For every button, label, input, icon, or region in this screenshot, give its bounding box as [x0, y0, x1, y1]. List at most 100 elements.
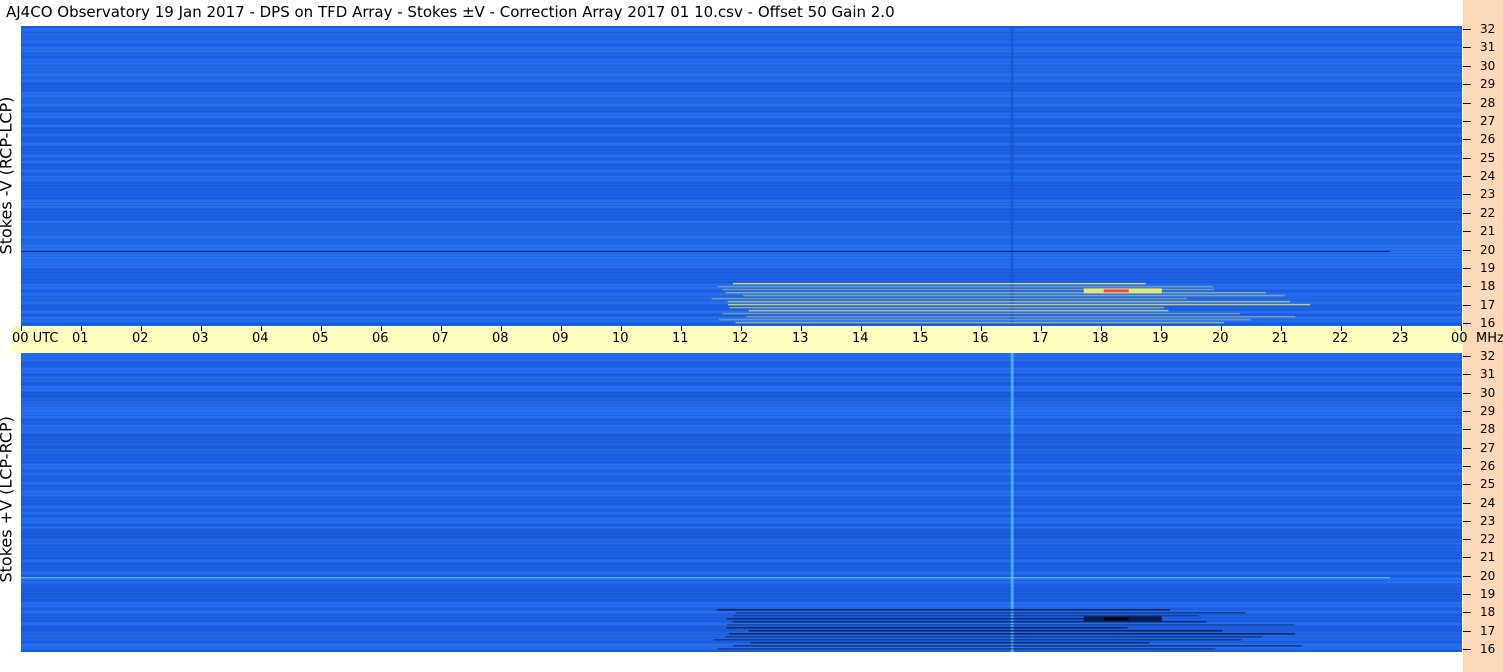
frequency-channel-band	[21, 482, 1462, 484]
mhz-tick-label: 16	[1480, 642, 1496, 656]
frequency-channel-band	[21, 191, 1462, 193]
storm-emission-line	[713, 639, 1242, 641]
spectrogram-bottom-canvas	[21, 353, 1462, 652]
mhz-tick	[1463, 47, 1471, 48]
frequency-channel-band	[21, 41, 1462, 43]
mhz-tick	[1463, 631, 1471, 632]
frequency-channel-band	[21, 197, 1462, 199]
frequency-channel-band	[21, 281, 1462, 283]
utc-tick-label: 17	[1032, 331, 1049, 346]
utc-tick-label: 20	[1212, 331, 1229, 346]
utc-tick-label: 12	[732, 331, 749, 346]
mhz-tick	[1463, 466, 1471, 467]
panel-label-top: Stokes -V (RCP-LCP)	[0, 96, 16, 255]
utc-tick-label: 00 UTC	[12, 331, 59, 346]
mhz-tick-label: 17	[1480, 298, 1496, 312]
frequency-channel-band	[21, 545, 1462, 547]
frequency-channel-band	[21, 209, 1462, 211]
frequency-channel-band	[21, 119, 1462, 121]
mhz-tick	[1463, 521, 1471, 522]
frequency-channel-band	[21, 182, 1462, 184]
frequency-channel-band	[21, 137, 1462, 139]
frequency-band	[21, 224, 1462, 238]
frequency-channel-band	[21, 131, 1462, 133]
frequency-channel-band	[21, 152, 1462, 154]
mhz-tick-label: 24	[1480, 169, 1496, 183]
frequency-channel-band	[21, 212, 1462, 214]
frequency-channel-band	[21, 431, 1462, 433]
frequency-channel-band	[21, 422, 1462, 424]
frequency-channel-band	[21, 170, 1462, 172]
mhz-tick-label: 29	[1480, 404, 1496, 418]
mhz-tick-label: 28	[1480, 96, 1496, 110]
frequency-channel-band	[21, 605, 1462, 607]
mhz-tick	[1463, 66, 1471, 67]
storm-emission-line	[748, 630, 1222, 632]
utc-time-axis: 00 UTC 01 02 03 04 05 06 07 08 09 10 11 12 13 14 15 16 17…	[12, 326, 1468, 353]
frequency-channel-band	[21, 272, 1462, 274]
mhz-tick-label: 25	[1480, 151, 1496, 165]
frequency-channel-band	[21, 548, 1462, 550]
frequency-band	[21, 528, 1462, 543]
frequency-channel-band	[21, 122, 1462, 124]
mhz-tick	[1463, 305, 1471, 306]
frequency-channel-band	[21, 521, 1462, 523]
frequency-channel-band	[21, 146, 1462, 148]
panel-label-bottom: Stokes +V (LCP-RCP)	[0, 416, 16, 583]
frequency-channel-band	[21, 263, 1462, 265]
mhz-tick	[1463, 29, 1471, 30]
mhz-tick-label: 27	[1480, 114, 1496, 128]
utc-tick-label: 03	[192, 331, 209, 346]
utc-tick-label: 00	[1451, 331, 1468, 346]
frequency-channel-band	[21, 365, 1462, 367]
frequency-channel-band	[21, 362, 1462, 364]
frequency-channel-band	[21, 500, 1462, 502]
storm-emission-line	[750, 642, 1150, 644]
mhz-tick	[1463, 594, 1471, 595]
mhz-tick	[1463, 158, 1471, 159]
mhz-tick	[1463, 649, 1471, 650]
frequency-channel-band	[21, 203, 1462, 205]
mhz-tick-label: 26	[1480, 132, 1496, 146]
frequency-channel-band	[21, 278, 1462, 280]
frequency-channel-band	[21, 467, 1462, 469]
interference-line-20mhz	[21, 251, 1390, 252]
storm-emission-line	[729, 306, 1165, 309]
frequency-channel-band	[21, 485, 1462, 487]
utc-tick-label: 07	[432, 331, 449, 346]
frequency-band	[21, 63, 1462, 76]
frequency-channel-band	[21, 464, 1462, 466]
frequency-channel-band	[21, 518, 1462, 520]
frequency-band	[21, 50, 1462, 56]
mhz-tick-label: 25	[1480, 477, 1496, 491]
frequency-channel-band	[21, 578, 1462, 580]
frequency-channel-band	[21, 128, 1462, 130]
mhz-tick	[1463, 84, 1471, 85]
mhz-tick	[1463, 250, 1471, 251]
frequency-channel-band	[21, 113, 1462, 115]
frequency-channel-band	[21, 188, 1462, 190]
mhz-tick	[1463, 612, 1471, 613]
utc-tick-label: 02	[132, 331, 149, 346]
mhz-tick	[1463, 103, 1471, 104]
utc-tick-label: 13	[792, 331, 809, 346]
frequency-channel-band	[21, 254, 1462, 256]
storm-emission-line	[743, 294, 1285, 297]
frequency-channel-band	[21, 425, 1462, 427]
frequency-channel-band	[21, 44, 1462, 46]
frequency-channel-band	[21, 59, 1462, 61]
storm-emission-line	[726, 627, 1128, 629]
frequency-channel-band	[21, 194, 1462, 196]
rfi-vertical-stripe	[1010, 26, 1014, 326]
utc-tick-label: 08	[492, 331, 509, 346]
frequency-channel-band	[21, 368, 1462, 370]
mhz-tick-label: 22	[1480, 532, 1496, 546]
frequency-channel-band	[21, 497, 1462, 499]
mhz-tick-label: 18	[1480, 279, 1496, 293]
frequency-channel-band	[21, 407, 1462, 409]
frequency-channel-band	[21, 371, 1462, 373]
frequency-band	[21, 435, 1462, 446]
frequency-channel-band	[21, 167, 1462, 169]
frequency-channel-band	[21, 89, 1462, 91]
frequency-band	[21, 448, 1462, 455]
